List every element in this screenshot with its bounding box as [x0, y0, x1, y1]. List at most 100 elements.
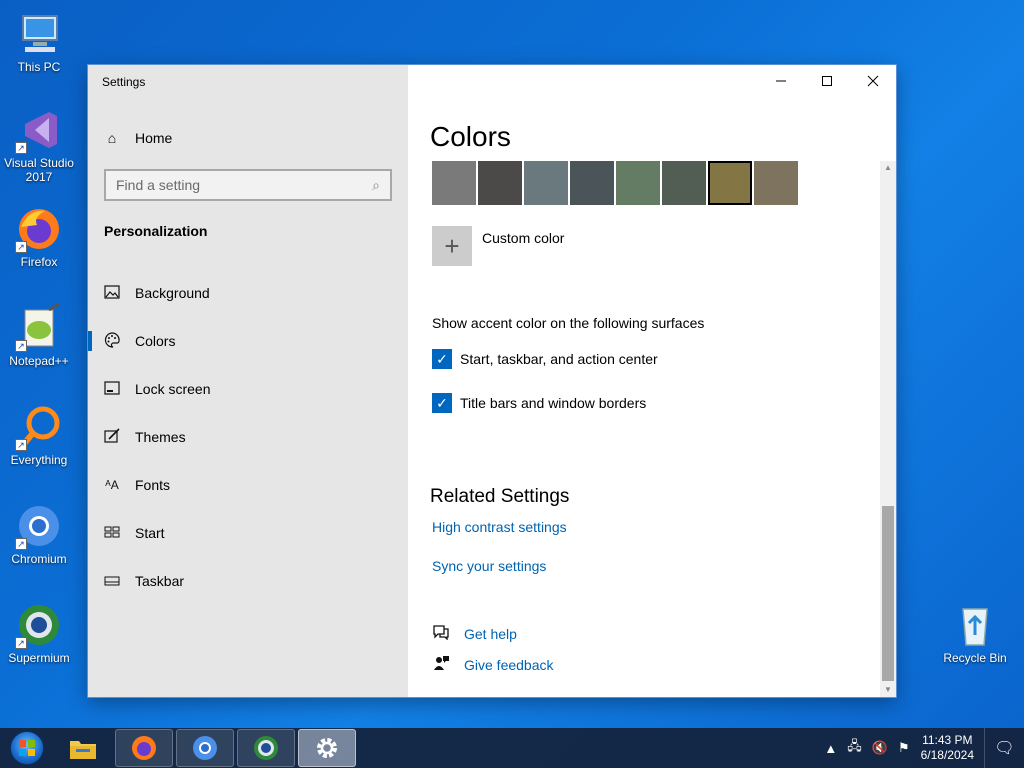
supermium-icon: ↗ [15, 601, 63, 649]
desktop-icon-label: Chromium [11, 552, 67, 566]
firefox-icon: ↗ [15, 205, 63, 253]
accent-swatch[interactable] [570, 161, 614, 205]
desktop-icon-supermium[interactable]: ↗ Supermium [0, 601, 78, 665]
start-icon [104, 525, 120, 541]
computer-icon [15, 10, 63, 58]
scrollbar[interactable]: ▲ ▼ [880, 161, 896, 697]
show-hidden-icons-icon[interactable]: ▲ [824, 741, 837, 756]
scroll-up-icon[interactable]: ▲ [880, 161, 896, 175]
accent-swatch[interactable] [662, 161, 706, 205]
desktop-icon-notepad-plus-plus[interactable]: ↗ Notepad++ [0, 302, 78, 368]
scroll-thumb[interactable] [882, 506, 894, 681]
feedback-icon [432, 655, 450, 674]
accent-swatch[interactable] [478, 161, 522, 205]
sidebar-item-label: Lock screen [135, 381, 211, 397]
get-help-link[interactable]: Get help [432, 624, 517, 643]
checkbox-label: Start, taskbar, and action center [460, 351, 658, 367]
link-high-contrast[interactable]: High contrast settings [432, 519, 567, 535]
checkbox-start-taskbar[interactable]: ✓ Start, taskbar, and action center [432, 349, 658, 369]
plus-icon: + [432, 226, 472, 266]
taskbar-firefox[interactable] [115, 729, 173, 767]
link-sync-settings[interactable]: Sync your settings [432, 558, 546, 574]
window-title: Settings [102, 75, 146, 89]
sidebar-item-label: Colors [135, 333, 176, 349]
notifications-button[interactable]: 🗨 [984, 728, 1024, 768]
desktop-icon-firefox[interactable]: ↗ Firefox [0, 205, 78, 269]
desktop-icon-everything[interactable]: ↗ Everything [0, 403, 78, 467]
taskbar-supermium[interactable] [237, 729, 295, 767]
settings-window: Settings ⌂ Home Find a setting ⌕ Persona… [88, 65, 896, 697]
shortcut-arrow-icon: ↗ [15, 637, 27, 649]
visual-studio-icon: ↗ [15, 106, 63, 154]
image-icon [104, 284, 120, 302]
gear-icon [317, 738, 337, 758]
sidebar-item-colors[interactable]: Colors [88, 317, 408, 365]
related-settings-heading: Related Settings [430, 486, 570, 507]
brush-icon [104, 427, 120, 447]
settings-sidebar: Settings ⌂ Home Find a setting ⌕ Persona… [88, 65, 408, 697]
sidebar-item-background[interactable]: Background [88, 269, 408, 317]
sidebar-item-lock-screen[interactable]: Lock screen [88, 365, 408, 413]
sidebar-item-fonts[interactable]: ᴬA Fonts [88, 461, 408, 509]
desktop-icon-chromium[interactable]: ↗ Chromium [0, 502, 78, 566]
custom-color-button[interactable]: + Custom color [432, 226, 564, 266]
desktop-icon-visual-studio[interactable]: ↗ Visual Studio 2017 [0, 106, 78, 184]
sidebar-item-themes[interactable]: Themes [88, 413, 408, 461]
taskbar-chromium[interactable] [176, 729, 234, 767]
search-icon: ⌕ [372, 176, 380, 193]
chromium-icon [193, 736, 217, 760]
sidebar-item-taskbar[interactable]: Taskbar [88, 557, 408, 605]
sidebar-item-start[interactable]: Start [88, 509, 408, 557]
system-tray: ▲ 🖧 🔇 ⚑ 11:43 PM 6/18/2024 🗨 [819, 728, 1024, 768]
accent-swatch[interactable] [616, 161, 660, 205]
desktop-icon-label: Visual Studio 2017 [4, 156, 74, 184]
firefox-icon [132, 736, 156, 760]
lock-screen-icon [104, 380, 120, 398]
shortcut-arrow-icon: ↗ [15, 241, 27, 253]
nav-list: Background Colors Lock screen Themes ᴬA … [88, 269, 408, 605]
nav-home[interactable]: ⌂ Home [104, 127, 173, 149]
checkmark-icon: ✓ [432, 349, 452, 369]
desktop-icon-label: Recycle Bin [943, 651, 1007, 665]
clock-time: 11:43 PM [922, 733, 973, 747]
accent-surfaces-label: Show accent color on the following surfa… [432, 315, 705, 331]
taskbar-settings[interactable] [298, 729, 356, 767]
palette-icon [104, 331, 120, 351]
page-title: Colors [430, 121, 511, 152]
taskbar-file-explorer[interactable] [54, 729, 112, 767]
give-feedback-link[interactable]: Give feedback [432, 655, 554, 674]
start-button[interactable] [0, 728, 54, 768]
shortcut-arrow-icon: ↗ [15, 538, 27, 550]
clock-date: 6/18/2024 [920, 748, 974, 762]
search-placeholder: Find a setting [116, 177, 201, 193]
clock[interactable]: 11:43 PM 6/18/2024 [921, 733, 974, 763]
desktop-icon-label: This PC [17, 60, 61, 74]
desktop-icon-label: Supermium [8, 651, 70, 665]
give-feedback-label: Give feedback [464, 656, 554, 673]
accent-swatch[interactable] [432, 161, 476, 205]
section-heading: Personalization [104, 223, 208, 239]
desktop-icon-recycle-bin[interactable]: Recycle Bin [936, 601, 1014, 665]
accent-swatch[interactable] [754, 161, 798, 205]
sidebar-item-label: Themes [135, 429, 186, 445]
network-icon[interactable]: 🖧 [847, 737, 862, 759]
desktop-icon-this-pc[interactable]: This PC [0, 10, 78, 74]
search-input[interactable]: Find a setting ⌕ [104, 169, 392, 201]
shortcut-arrow-icon: ↗ [15, 439, 27, 451]
settings-content: Colors + Custom color Show accent color … [408, 65, 896, 697]
home-icon: ⌂ [107, 130, 117, 146]
accent-swatch-grid [432, 161, 800, 205]
notepad-plus-plus-icon: ↗ [15, 302, 63, 352]
chromium-icon: ↗ [15, 502, 63, 550]
desktop-icon-label: Firefox [20, 255, 58, 269]
font-icon: ᴬA [105, 478, 119, 492]
checkmark-icon: ✓ [432, 393, 452, 413]
action-center-alert-icon[interactable]: ⚑ [898, 740, 910, 756]
scroll-down-icon[interactable]: ▼ [880, 683, 896, 697]
checkbox-title-bars[interactable]: ✓ Title bars and window borders [432, 393, 646, 413]
accent-swatch[interactable] [524, 161, 568, 205]
sidebar-item-label: Background [135, 285, 210, 301]
accent-swatch[interactable] [708, 161, 752, 205]
checkbox-label: Title bars and window borders [460, 395, 647, 411]
volume-muted-icon[interactable]: 🔇 [872, 740, 888, 756]
